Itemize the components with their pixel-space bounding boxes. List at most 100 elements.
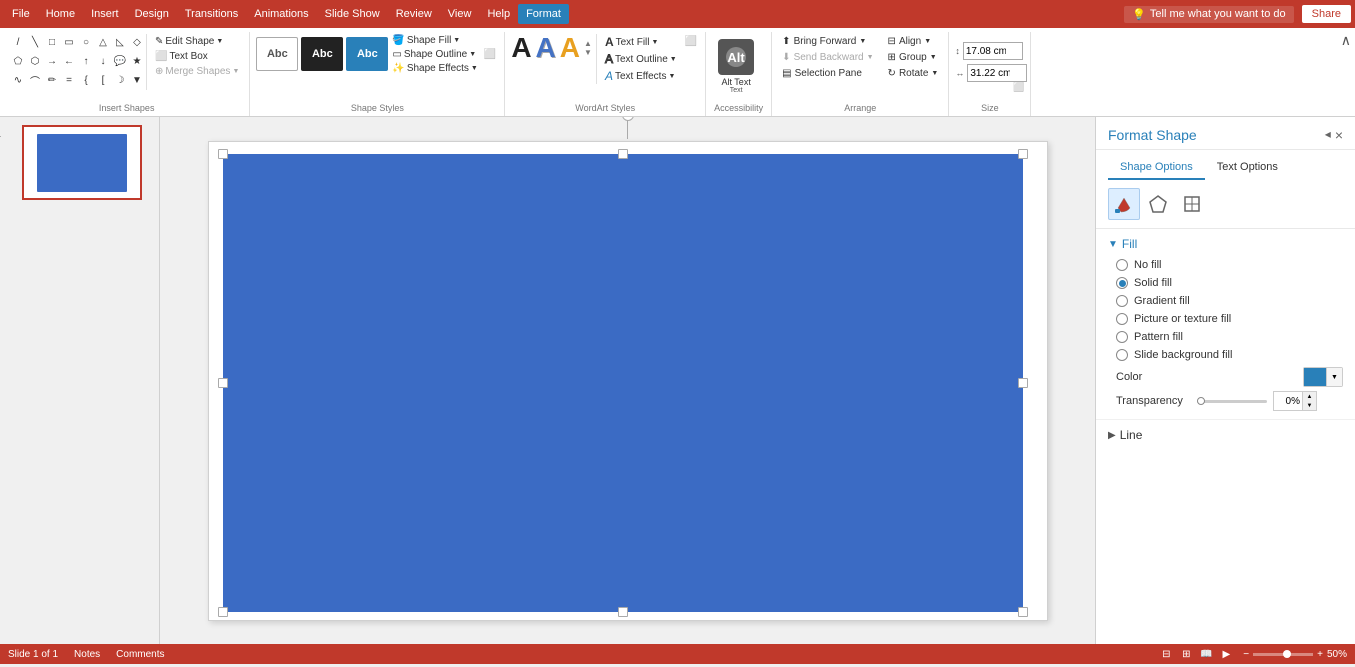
ribbon-collapse-button[interactable]: ∧: [1341, 32, 1351, 49]
shape-moon[interactable]: ☽: [112, 72, 128, 88]
style-box-white[interactable]: Abc: [256, 37, 298, 71]
fill-line-icon-btn[interactable]: [1108, 188, 1140, 220]
shape-more[interactable]: ▼: [129, 72, 145, 88]
shape-brace[interactable]: {: [78, 72, 94, 88]
menu-design[interactable]: Design: [127, 4, 177, 24]
handle-ml[interactable]: [218, 378, 228, 388]
fill-section-header[interactable]: ▼ Fill: [1108, 237, 1343, 251]
line-section[interactable]: ▶ Line: [1096, 419, 1355, 450]
zoom-level[interactable]: 50%: [1327, 649, 1347, 660]
wordart-letter-1[interactable]: A: [511, 34, 531, 62]
shape-styles-expand[interactable]: ⬜: [482, 47, 498, 62]
transparency-slider[interactable]: [1197, 400, 1267, 403]
picture-fill-option[interactable]: Picture or texture fill: [1116, 313, 1343, 325]
menu-transitions[interactable]: Transitions: [177, 4, 246, 24]
handle-mr[interactable]: [1018, 378, 1028, 388]
shape-star[interactable]: ★: [129, 53, 145, 69]
menu-help[interactable]: Help: [479, 4, 518, 24]
shape-triangle[interactable]: △: [95, 34, 111, 50]
color-picker-button[interactable]: ▼: [1303, 367, 1343, 387]
menu-review[interactable]: Review: [388, 4, 440, 24]
group-button[interactable]: ⊞ Group ▼: [884, 50, 943, 65]
handle-br[interactable]: [1018, 607, 1028, 617]
bring-forward-button[interactable]: ⬆ Bring Forward ▼: [778, 34, 877, 49]
shape-arrow-r[interactable]: →: [44, 53, 60, 69]
handle-tc[interactable]: [618, 149, 628, 159]
rotate-button[interactable]: ↻ Rotate ▼: [884, 66, 943, 81]
tell-me-area[interactable]: 💡 Tell me what you want to do: [1124, 6, 1293, 23]
shape-scribble[interactable]: ✏: [44, 72, 60, 88]
shape-curve[interactable]: ∿: [10, 72, 26, 88]
wordart-letter-3[interactable]: A: [560, 34, 580, 62]
wordart-styles-expand[interactable]: ⬜: [683, 34, 699, 49]
alt-text-button[interactable]: Alt Alt Text Text: [714, 32, 758, 101]
wordart-expand[interactable]: ▲▼: [584, 34, 592, 62]
panel-close-button[interactable]: ×: [1335, 127, 1343, 143]
shape-hex[interactable]: ⬡: [27, 53, 43, 69]
gradient-fill-option[interactable]: Gradient fill: [1116, 295, 1343, 307]
shape-diagonal[interactable]: ╲: [27, 34, 43, 50]
pattern-fill-radio[interactable]: [1116, 331, 1128, 343]
color-dropdown-arrow[interactable]: ▼: [1326, 368, 1342, 386]
slide-sorter-button[interactable]: ⊞: [1177, 647, 1195, 661]
shape-effects-button[interactable]: ✨ Shape Effects ▼: [390, 62, 479, 75]
shape-rtriangle[interactable]: ◺: [112, 34, 128, 50]
transparency-input[interactable]: [1274, 392, 1302, 410]
transparency-thumb[interactable]: [1197, 397, 1205, 405]
slide-bg-fill-radio[interactable]: [1116, 349, 1128, 361]
menu-insert[interactable]: Insert: [83, 4, 127, 24]
slide-thumbnail-1[interactable]: 1: [8, 125, 151, 200]
text-box-button[interactable]: ⬜ Text Box: [151, 49, 243, 64]
align-button[interactable]: ⊟ Align ▼: [884, 34, 943, 49]
selection-pane-button[interactable]: ▤ Selection Pane: [778, 66, 877, 81]
share-button[interactable]: Share: [1302, 5, 1351, 23]
trans-down[interactable]: ▼: [1302, 401, 1316, 410]
gradient-fill-radio[interactable]: [1116, 295, 1128, 307]
shape-oval[interactable]: ○: [78, 34, 94, 50]
edit-shape-button[interactable]: ✎ Edit Shape ▼: [151, 34, 243, 49]
shape-diamond[interactable]: ◇: [129, 34, 145, 50]
menu-slideshow[interactable]: Slide Show: [317, 4, 388, 24]
menu-home[interactable]: Home: [38, 4, 83, 24]
text-fill-button[interactable]: A Text Fill ▼: [603, 34, 679, 50]
solid-fill-option[interactable]: Solid fill: [1116, 277, 1343, 289]
blue-rectangle[interactable]: [223, 154, 1023, 612]
size-props-icon-btn[interactable]: [1176, 188, 1208, 220]
handle-tl[interactable]: [218, 149, 228, 159]
shape-arrow-d[interactable]: ↓: [95, 53, 111, 69]
panel-back-button[interactable]: ◂: [1325, 127, 1331, 143]
shape-pentagon[interactable]: ⬠: [10, 53, 26, 69]
trans-up[interactable]: ▲: [1302, 392, 1316, 401]
shape-freeform[interactable]: ⌒: [27, 72, 43, 88]
width-input[interactable]: [967, 64, 1027, 82]
solid-fill-radio[interactable]: [1116, 277, 1128, 289]
tab-text-options[interactable]: Text Options: [1205, 156, 1290, 180]
shape-eq[interactable]: =: [61, 72, 77, 88]
menu-format[interactable]: Format: [518, 4, 569, 24]
shape-arrow-l[interactable]: ←: [61, 53, 77, 69]
menu-view[interactable]: View: [440, 4, 480, 24]
handle-tr[interactable]: [1018, 149, 1028, 159]
rotate-handle[interactable]: [622, 117, 634, 121]
text-outline-button[interactable]: A Text Outline ▼: [603, 51, 679, 67]
comments-button[interactable]: Comments: [116, 649, 164, 660]
size-expand[interactable]: ⬜: [1013, 82, 1024, 93]
text-effects-button[interactable]: A Text Effects ▼: [603, 68, 679, 84]
zoom-plus[interactable]: +: [1317, 649, 1323, 660]
style-box-blue[interactable]: Abc: [346, 37, 388, 71]
menu-animations[interactable]: Animations: [246, 4, 316, 24]
shape-arrow-u[interactable]: ↑: [78, 53, 94, 69]
no-fill-option[interactable]: No fill: [1116, 259, 1343, 271]
zoom-slider[interactable]: [1253, 653, 1313, 656]
normal-view-button[interactable]: ⊟: [1157, 647, 1175, 661]
merge-shapes-button[interactable]: ⊕ Merge Shapes ▼: [151, 64, 243, 79]
shape-callout[interactable]: 💬: [112, 53, 128, 69]
slideshow-button[interactable]: ▶: [1217, 647, 1235, 661]
handle-bl[interactable]: [218, 607, 228, 617]
shape-roundrect[interactable]: ▭: [61, 34, 77, 50]
slide-bg-fill-option[interactable]: Slide background fill: [1116, 349, 1343, 361]
shape-bracket[interactable]: [: [95, 72, 111, 88]
send-backward-button[interactable]: ⬇ Send Backward ▼: [778, 50, 877, 65]
notes-button[interactable]: Notes: [74, 649, 100, 660]
reading-view-button[interactable]: 📖: [1197, 647, 1215, 661]
